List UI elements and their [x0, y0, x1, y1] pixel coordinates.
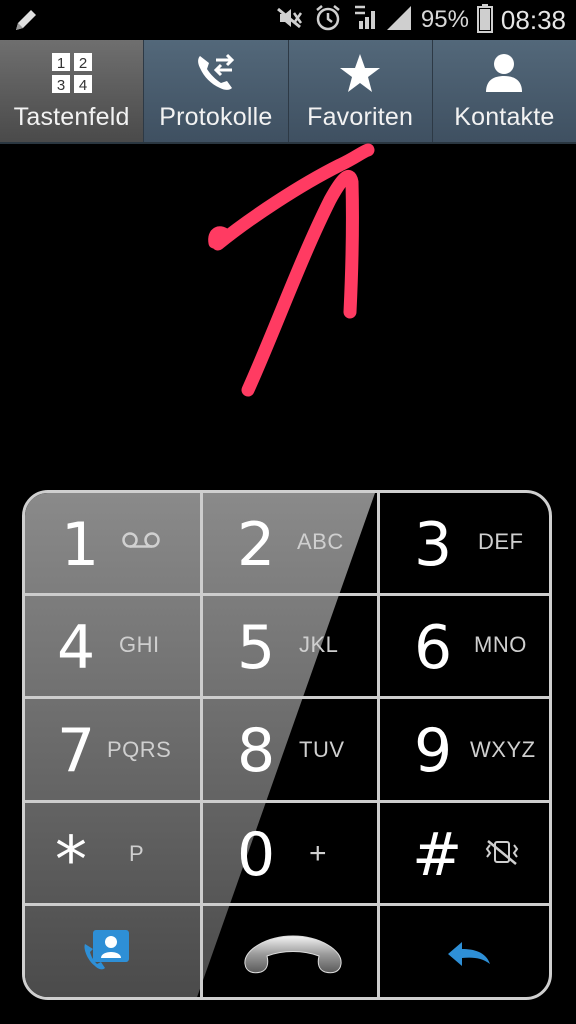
annotation-arrow [208, 143, 375, 397]
key-digit: 9 [414, 716, 453, 786]
contact-icon [482, 52, 526, 99]
call-log-icon [194, 52, 238, 99]
call-button[interactable] [203, 906, 377, 997]
status-bar: 95% 08:38 [0, 0, 576, 40]
key-0[interactable]: 0 + [203, 803, 377, 903]
key-3[interactable]: 3 DEF [380, 493, 549, 593]
key-digit: * [55, 824, 87, 898]
key-letters: MNO [474, 632, 527, 657]
voicemail-icon [121, 531, 161, 554]
tab-label: Kontakte [454, 103, 555, 131]
data-signal-icon [351, 3, 377, 38]
status-icons: 95% 08:38 [275, 0, 566, 40]
tab-label: Protokolle [159, 103, 273, 131]
key-letters: WXYZ [470, 737, 536, 762]
add-contact-icon [81, 926, 135, 979]
dialpad-icon: 1 2 3 4 [51, 52, 93, 99]
tab-protokolle[interactable]: Protokolle [144, 40, 289, 142]
tab-tastenfeld[interactable]: 1 2 3 4 Tastenfeld [0, 40, 145, 142]
svg-text:2: 2 [78, 55, 86, 72]
svg-text:4: 4 [78, 77, 86, 94]
clock: 08:38 [500, 4, 566, 35]
cell-signal-icon [385, 4, 413, 37]
key-digit: 6 [414, 613, 453, 683]
battery-icon [476, 3, 493, 38]
tab-bar: 1 2 3 4 Tastenfeld Protokolle Favoriten [0, 40, 576, 144]
key-letters: ABC [297, 529, 344, 554]
key-9[interactable]: 9 WXYZ [380, 699, 549, 800]
star-icon [338, 52, 382, 99]
key-letters: JKL [299, 632, 339, 657]
key-letters: PQRS [107, 737, 172, 762]
back-button[interactable] [380, 906, 549, 997]
alarm-icon [313, 3, 343, 38]
mute-icon [275, 4, 305, 37]
add-contact-button[interactable] [25, 906, 200, 997]
key-7[interactable]: 7 PQRS [25, 699, 200, 800]
key-letters: P [129, 841, 145, 866]
silent-mode-icon [484, 837, 520, 872]
key-star[interactable]: * P [25, 803, 200, 903]
svg-text:1: 1 [56, 55, 64, 72]
key-4[interactable]: 4 GHI [25, 596, 200, 696]
key-letters: DEF [478, 529, 524, 554]
key-digit: 3 [414, 510, 453, 580]
key-digit: 8 [237, 716, 276, 786]
key-5[interactable]: 5 JKL [203, 596, 377, 696]
key-digit: 7 [57, 716, 96, 786]
call-icon [241, 930, 345, 985]
tab-kontakte[interactable]: Kontakte [432, 40, 576, 142]
key-digit: 1 [61, 510, 100, 580]
tab-label: Favoriten [307, 103, 414, 131]
dialpad: 1 2 ABC 3 DEF 4 GHI 5 JKL 6 MNO 7 PQRS 8… [22, 490, 552, 1000]
key-digit: 2 [237, 510, 276, 580]
key-8[interactable]: 8 TUV [203, 699, 377, 800]
key-letters: TUV [299, 737, 345, 762]
tab-label: Tastenfeld [13, 103, 130, 131]
key-1[interactable]: 1 [25, 493, 200, 593]
key-digit: 5 [237, 613, 276, 683]
key-2[interactable]: 2 ABC [203, 493, 377, 593]
key-hash[interactable]: # [380, 803, 549, 903]
key-6[interactable]: 6 MNO [380, 596, 549, 696]
tab-favoriten[interactable]: Favoriten [288, 40, 433, 142]
key-letters: + [309, 837, 328, 870]
key-digit: # [412, 820, 463, 890]
svg-text:3: 3 [56, 77, 64, 94]
key-letters: GHI [119, 632, 160, 657]
key-digit: 4 [57, 613, 96, 683]
key-digit: 0 [237, 820, 276, 890]
battery-percent: 95% [420, 6, 469, 33]
back-icon [444, 936, 494, 975]
pencil-icon [12, 6, 40, 39]
